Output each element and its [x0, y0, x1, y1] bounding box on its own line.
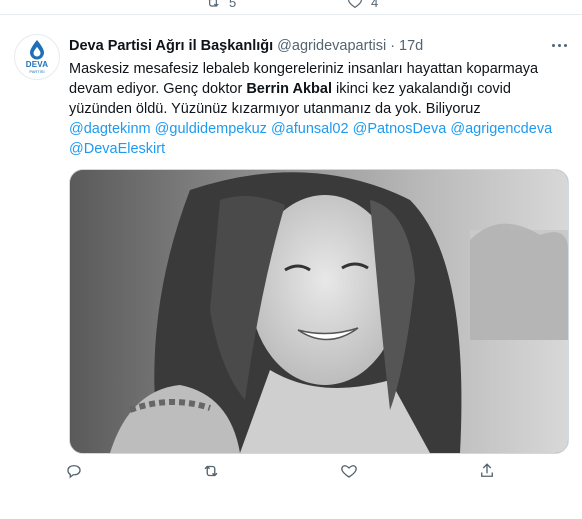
retweet-icon: [204, 465, 218, 477]
share-icon: [481, 463, 493, 477]
avatar-brand-text: DEVA: [25, 60, 49, 69]
previous-tweet-actions: 5 4: [0, 0, 582, 15]
like-icon: [348, 0, 362, 9]
header-separator: ·: [390, 38, 396, 54]
mention-link[interactable]: @dagtekinm: [69, 121, 151, 137]
mention-link[interactable]: @PatnosDeva: [353, 121, 447, 137]
reply-button[interactable]: [65, 462, 83, 480]
mention-link[interactable]: @DevaEleskirt: [69, 141, 165, 157]
author-handle[interactable]: @agridevapartisi: [277, 38, 386, 54]
tweet-text: Maskesiz mesafesiz lebaleb kongerelerini…: [69, 59, 569, 159]
avatar[interactable]: DEVA PARTİSİ: [14, 34, 60, 80]
more-icon: [551, 43, 555, 47]
retweet-icon: [207, 0, 219, 7]
tweet-header: Deva Partisi Ağrı il Başkanlığı @agridev…: [69, 38, 539, 54]
mention-link[interactable]: @guldidempekuz: [155, 121, 267, 137]
reply-icon: [67, 465, 81, 479]
retweet-button[interactable]: [202, 462, 220, 480]
prev-retweet-count: 5: [229, 0, 237, 10]
tweet-media-image[interactable]: [69, 169, 569, 454]
more-options-button[interactable]: [548, 38, 570, 52]
portrait-photo: [70, 170, 568, 453]
tweet-actions: [0, 462, 582, 486]
mention-link[interactable]: @agrigencdeva: [450, 121, 552, 137]
like-button[interactable]: [340, 462, 358, 480]
share-button[interactable]: [478, 462, 496, 480]
prev-retweet-button[interactable]: 5: [205, 0, 236, 10]
prev-like-button[interactable]: 4: [347, 0, 378, 10]
tweet-text-bold: Berrin Akbal: [246, 81, 333, 97]
prev-like-count: 4: [371, 0, 379, 10]
avatar-brand-subtext: PARTİSİ: [29, 69, 45, 74]
deva-drop-icon: [30, 40, 44, 60]
like-icon: [341, 465, 357, 478]
author-name[interactable]: Deva Partisi Ağrı il Başkanlığı: [69, 38, 273, 54]
tweet-timestamp[interactable]: 17d: [399, 38, 423, 54]
mention-link[interactable]: @afunsal02: [271, 121, 349, 137]
